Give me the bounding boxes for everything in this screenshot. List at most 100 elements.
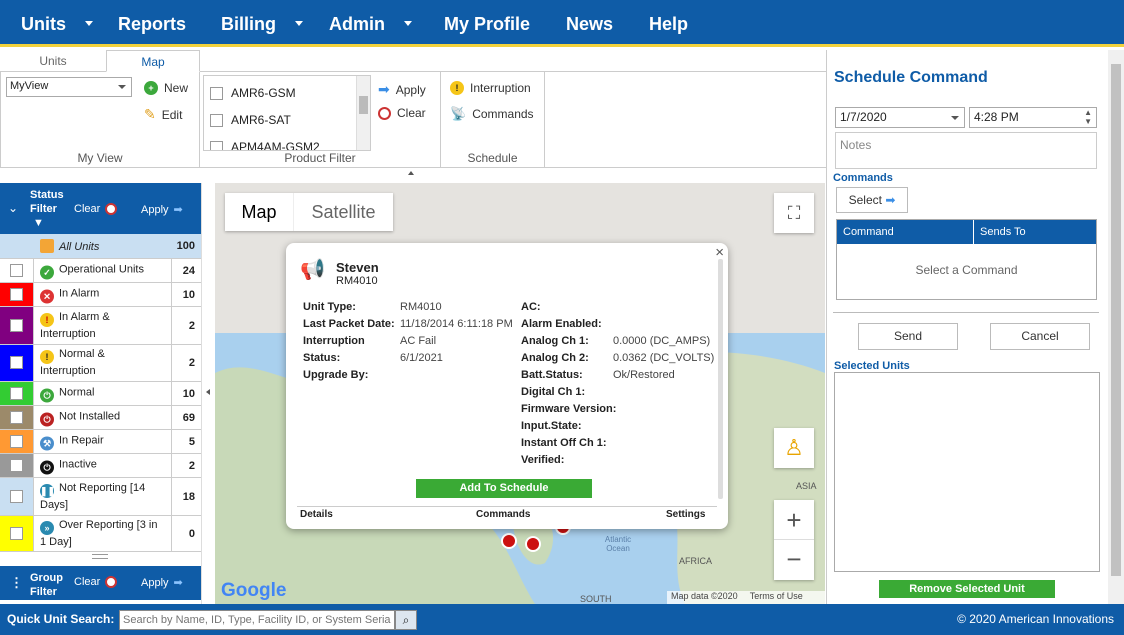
checkbox[interactable] xyxy=(10,410,23,424)
field-key: Analog Ch 1: xyxy=(521,335,589,347)
map-type-satellite[interactable]: Satellite xyxy=(293,193,393,231)
settings-tab[interactable]: Settings xyxy=(666,509,705,519)
quick-search-input[interactable] xyxy=(119,610,395,630)
page-scrollbar[interactable] xyxy=(1108,50,1124,604)
status-row-in-repair[interactable]: ⚒ In Repair 5 xyxy=(0,430,201,454)
terms-link[interactable]: Terms of Use xyxy=(750,591,803,604)
checkbox[interactable] xyxy=(210,86,223,100)
nav-my-profile[interactable]: My Profile xyxy=(444,0,530,47)
search-icon[interactable]: ⌕ xyxy=(395,610,417,630)
product-item[interactable]: APM4AM-GSM2 xyxy=(210,140,320,150)
details-tab[interactable]: Details xyxy=(300,509,333,519)
scrollbar[interactable] xyxy=(356,76,370,150)
popup-scrollbar[interactable] xyxy=(718,259,723,499)
add-to-schedule-button[interactable]: Add To Schedule xyxy=(416,479,592,498)
scrollbar-thumb[interactable] xyxy=(359,96,368,114)
spinner-icon[interactable]: ▲ ▼ xyxy=(1084,108,1092,126)
checkbox[interactable] xyxy=(10,489,23,503)
tab-units[interactable]: Units xyxy=(0,50,106,72)
field-value: Ok/Restored xyxy=(613,369,675,381)
column-command: Command xyxy=(837,220,974,244)
selected-units-list[interactable] xyxy=(834,372,1100,572)
collapse-left-icon[interactable] xyxy=(206,389,210,395)
date-picker[interactable]: 1/7/2020 xyxy=(835,107,965,128)
checkbox[interactable] xyxy=(10,526,23,540)
status-label: In Repair xyxy=(59,434,104,446)
status-row-over-reporting[interactable]: » Over Reporting [3 in 1 Day] 0 xyxy=(0,516,201,552)
chevron-down-icon[interactable] xyxy=(85,21,93,26)
date-value: 1/7/2020 xyxy=(840,110,887,124)
street-view-pegman-icon[interactable]: ♙ xyxy=(774,428,814,468)
edit-view-button[interactable]: ✎ Edit xyxy=(144,106,182,123)
status-row-all-units[interactable]: All Units 100 xyxy=(0,234,201,259)
nav-help[interactable]: Help xyxy=(649,0,688,47)
collapse-ribbon-icon[interactable] xyxy=(408,171,414,175)
map-type-map[interactable]: Map xyxy=(225,193,293,231)
checkbox[interactable] xyxy=(10,458,23,472)
tab-map[interactable]: Map xyxy=(106,50,200,72)
checkbox[interactable] xyxy=(10,263,23,277)
status-row-normal[interactable]: ⏻ Normal 10 xyxy=(0,382,201,406)
checkbox[interactable] xyxy=(10,356,23,369)
nav-billing[interactable]: Billing xyxy=(221,0,276,47)
checkbox[interactable] xyxy=(10,386,23,400)
nav-units[interactable]: Units xyxy=(21,0,66,47)
interruption-button[interactable]: ! Interruption xyxy=(450,81,531,95)
send-button[interactable]: Send xyxy=(858,323,958,350)
status-count: 24 xyxy=(171,259,201,282)
new-view-button[interactable]: + New xyxy=(144,81,188,95)
panel-splitter[interactable] xyxy=(201,183,215,604)
zoom-out-icon[interactable]: − xyxy=(774,540,814,580)
checkbox[interactable] xyxy=(10,287,23,301)
fullscreen-icon[interactable]: ⛶ xyxy=(774,193,814,233)
status-row-alarm-interruption[interactable]: ! In Alarm & Interruption 2 xyxy=(0,307,201,345)
checkbox[interactable] xyxy=(210,113,223,127)
nav-news[interactable]: News xyxy=(566,0,613,47)
interruption-label: Interruption xyxy=(470,81,531,95)
status-count: 5 xyxy=(171,430,201,453)
status-row-not-reporting[interactable]: ❚❚ Not Reporting [14 Days] 18 xyxy=(0,478,201,516)
warning-icon: ! xyxy=(40,350,54,364)
schedule-title: Schedule Command xyxy=(834,69,988,86)
chevron-down-icon[interactable] xyxy=(295,21,303,26)
nav-admin[interactable]: Admin xyxy=(329,0,385,47)
field-value: 0.0362 (DC_VOLTS) xyxy=(613,352,715,364)
status-row-inactive[interactable]: ⏻ Inactive 2 xyxy=(0,454,201,478)
scrollbar-thumb[interactable] xyxy=(1111,64,1121,576)
checkbox[interactable] xyxy=(10,434,23,448)
product-item[interactable]: AMR6-SAT xyxy=(210,113,291,127)
my-view-select[interactable]: MyView xyxy=(6,77,132,97)
google-logo: Google xyxy=(221,580,287,601)
time-picker[interactable]: 4:28 PM ▲ ▼ xyxy=(969,107,1097,128)
product-list[interactable]: AMR6-GSM AMR6-SAT APM4AM-GSM2 xyxy=(203,75,371,151)
remove-selected-unit-button[interactable]: Remove Selected Unit xyxy=(879,580,1055,598)
status-clear-button[interactable]: Clear xyxy=(74,203,118,215)
chevron-down-icon[interactable]: ⌄ xyxy=(8,201,18,215)
cancel-button[interactable]: Cancel xyxy=(990,323,1090,350)
apply-filter-button[interactable]: ➡ Apply xyxy=(378,81,426,98)
cube-icon xyxy=(40,239,54,253)
status-row-not-installed[interactable]: ⏻ Not Installed 69 xyxy=(0,406,201,430)
more-vertical-icon[interactable]: ⋮ xyxy=(10,575,23,591)
zoom-in-icon[interactable]: + xyxy=(774,500,814,540)
map-marker[interactable] xyxy=(501,533,517,549)
status-row-in-alarm[interactable]: ✕ In Alarm 10 xyxy=(0,283,201,307)
notes-field[interactable]: Notes xyxy=(835,132,1097,169)
nav-reports[interactable]: Reports xyxy=(118,0,186,47)
select-command-button[interactable]: Select ➡ xyxy=(836,187,908,213)
group-clear-button[interactable]: Clear xyxy=(74,576,118,588)
map-marker[interactable] xyxy=(525,536,541,552)
status-row-operational[interactable]: ✓ Operational Units 24 xyxy=(0,259,201,283)
status-apply-button[interactable]: Apply ➡ xyxy=(141,203,183,217)
commands-tab[interactable]: Commands xyxy=(476,509,530,519)
resize-grip-icon[interactable] xyxy=(92,554,108,559)
commands-button[interactable]: 📡 Commands xyxy=(450,106,534,122)
clear-filter-button[interactable]: Clear xyxy=(378,106,426,120)
empty-table-message: Select a Command xyxy=(915,263,1018,277)
checkbox[interactable] xyxy=(10,318,23,332)
product-item[interactable]: AMR6-GSM xyxy=(210,86,296,100)
chevron-down-icon[interactable] xyxy=(404,21,412,26)
status-row-normal-interruption[interactable]: ! Normal & Interruption 2 xyxy=(0,345,201,382)
checkbox[interactable] xyxy=(210,140,223,150)
group-apply-button[interactable]: Apply ➡ xyxy=(141,576,183,590)
